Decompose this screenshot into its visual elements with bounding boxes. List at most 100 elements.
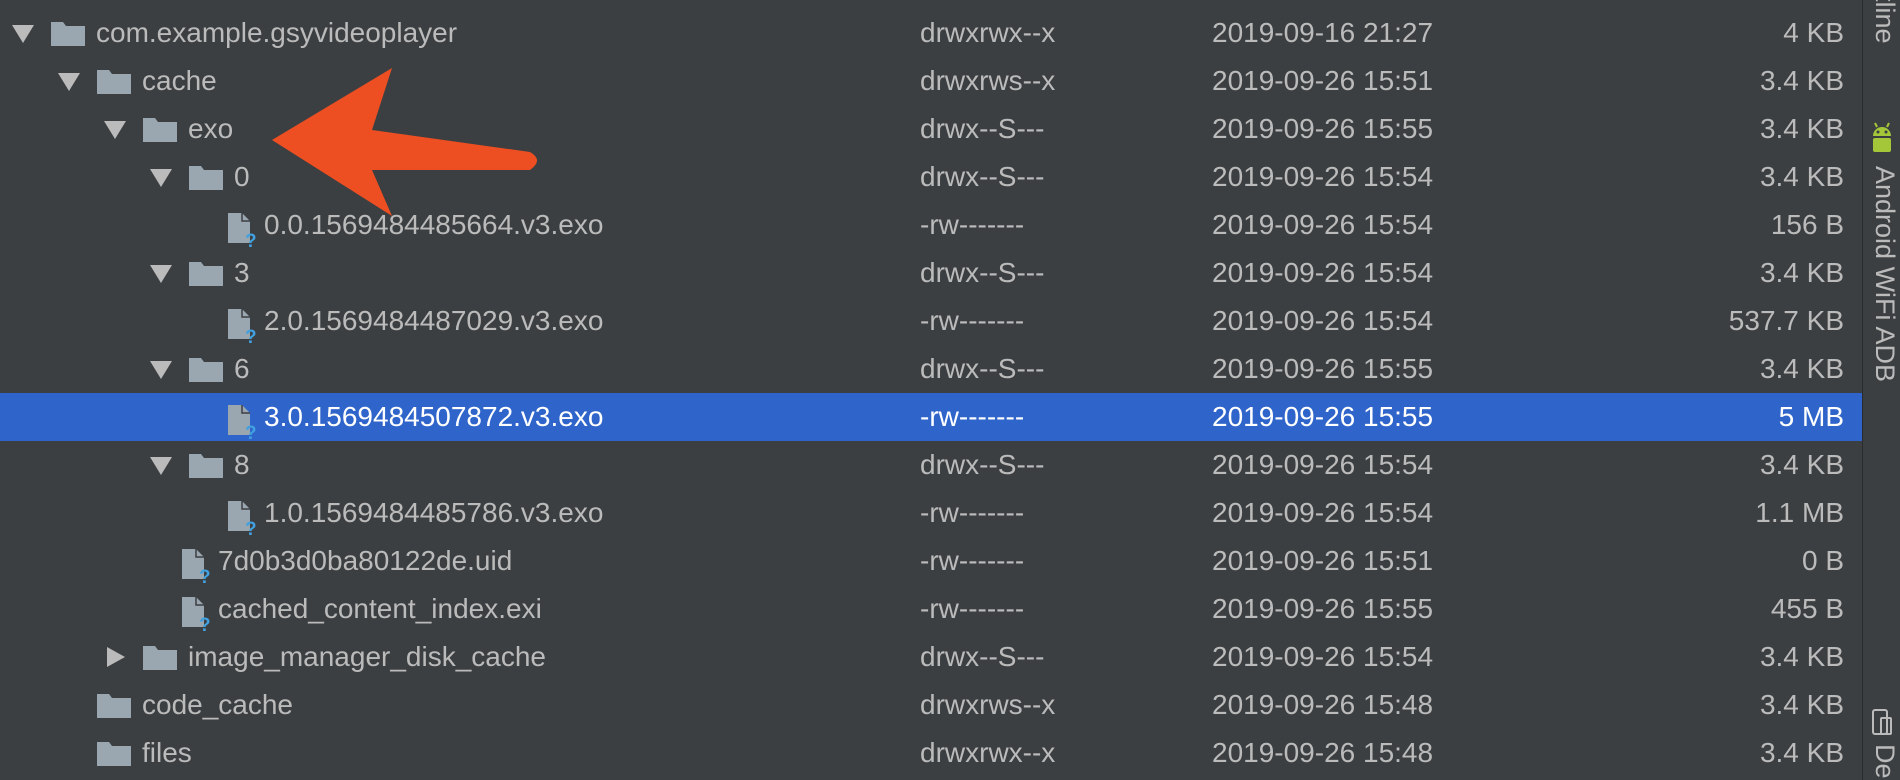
svg-text:?: ? <box>245 423 257 439</box>
file-size: 5 MB <box>1778 401 1844 432</box>
chevron-down-icon[interactable] <box>10 9 38 57</box>
file-row[interactable]: ? 7d0b3d0ba80122de.uid -rw------- 2019-09-2… <box>0 537 1862 585</box>
folder-row[interactable]: 3 drwx--S--- 2019-09-26 15:54 3.4 KB <box>0 249 1862 297</box>
permissions: drwx--S--- <box>920 449 1045 480</box>
android-icon <box>1869 116 1895 159</box>
chevron-down-icon[interactable] <box>148 345 176 393</box>
file-name: 0.0.1569484485664.v3.exo <box>264 209 604 240</box>
folder-row[interactable]: 6 drwx--S--- 2019-09-26 15:55 3.4 KB <box>0 345 1862 393</box>
file-tree[interactable]: com.example.gsyvideoplayer drwxrwx--x 2019… <box>0 0 1862 780</box>
file-size: 3.4 KB <box>1759 737 1844 768</box>
device-explorer-tab[interactable]: De <box>1869 744 1900 779</box>
file-size: 3.4 KB <box>1759 353 1844 384</box>
file-name: code_cache <box>142 689 294 720</box>
modified-date: 2019-09-26 15:48 <box>1212 737 1434 768</box>
svg-text:?: ? <box>245 519 257 535</box>
file-name: 6 <box>234 353 250 384</box>
modified-date: 2019-09-16 21:27 <box>1212 17 1434 48</box>
file-name: 3 <box>234 257 250 288</box>
file-name: 2.0.1569484487029.v3.exo <box>264 305 604 336</box>
svg-text:?: ? <box>199 615 211 631</box>
modified-date: 2019-09-26 15:54 <box>1212 209 1434 240</box>
file-size: 3.4 KB <box>1759 641 1844 672</box>
file-size: 1.1 MB <box>1755 497 1844 528</box>
file-size: 3.4 KB <box>1759 113 1844 144</box>
file-size: 4 KB <box>1783 17 1844 48</box>
file-name: 8 <box>234 449 250 480</box>
file-size: 3.4 KB <box>1759 257 1844 288</box>
folder-row[interactable]: image_manager_disk_cache drwx--S--- 2019-0… <box>0 633 1862 681</box>
folder-row[interactable]: 8 drwx--S--- 2019-09-26 15:54 3.4 KB <box>0 441 1862 489</box>
file-row[interactable]: ? cached_content_index.exi -rw------- 2019-… <box>0 585 1862 633</box>
file-name: cache <box>142 65 217 96</box>
file-size: 156 B <box>1770 209 1844 240</box>
permissions: drwx--S--- <box>920 641 1045 672</box>
file-size: 3.4 KB <box>1759 689 1844 720</box>
file-name: 0 <box>234 161 250 192</box>
modified-date: 2019-09-26 15:54 <box>1212 449 1434 480</box>
file-row[interactable]: ? 1.0.1569484485786.v3.exo -rw------- 2019-… <box>0 489 1862 537</box>
file-name: exo <box>188 113 234 144</box>
chevron-down-icon[interactable] <box>56 57 84 105</box>
file-size: 455 B <box>1770 593 1844 624</box>
permissions: drwxrws--x <box>920 689 1056 720</box>
modified-date: 2019-09-26 15:54 <box>1212 641 1434 672</box>
file-name: files <box>142 737 192 768</box>
file-name: image_manager_disk_cache <box>188 641 546 672</box>
permissions: drwx--S--- <box>920 353 1045 384</box>
modified-date: 2019-09-26 15:51 <box>1212 545 1434 576</box>
permissions: -rw------- <box>920 401 1025 432</box>
file-row[interactable]: ? 2.0.1569484487029.v3.exo -rw------- 2019-… <box>0 297 1862 345</box>
chevron-down-icon[interactable] <box>148 249 176 297</box>
file-size: 3.4 KB <box>1759 449 1844 480</box>
file-row[interactable]: ? 0.0.1569484485664.v3.exo -rw------- 2019-… <box>0 201 1862 249</box>
file-row[interactable]: ? 3.0.1569484507872.v3.exo -rw------- 2019-… <box>0 393 1862 441</box>
folder-row[interactable]: com.example.gsyvideoplayer drwxrwx--x 2019… <box>0 9 1862 57</box>
file-name: 1.0.1569484485786.v3.exo <box>264 497 604 528</box>
modified-date: 2019-09-26 15:55 <box>1212 401 1434 432</box>
modified-date: 2019-09-26 15:54 <box>1212 305 1434 336</box>
modified-date: 2019-09-26 15:55 <box>1212 113 1434 144</box>
folder-row[interactable]: code_cache drwxrws--x 2019-09-26 15:48 3.4 … <box>0 681 1862 729</box>
modified-date: 2019-09-26 15:51 <box>1212 65 1434 96</box>
device-icon <box>1871 708 1893 743</box>
android-wifi-adb-tab[interactable]: Android WiFi ADB <box>1869 166 1900 382</box>
folder-row[interactable]: exo drwx--S--- 2019-09-26 15:55 3.4 KB <box>0 105 1862 153</box>
permissions: -rw------- <box>920 593 1025 624</box>
modified-date: 2019-09-26 15:54 <box>1212 497 1434 528</box>
modified-date: 2019-09-26 15:55 <box>1212 593 1434 624</box>
modified-date: 2019-09-26 15:54 <box>1212 161 1434 192</box>
right-tool-strip: tline Android WiFi ADB De <box>1862 0 1900 780</box>
permissions: drwx--S--- <box>920 113 1045 144</box>
chevron-down-icon[interactable] <box>148 153 176 201</box>
file-size: 0 B <box>1801 545 1844 576</box>
permissions: drwxrws--x <box>920 65 1056 96</box>
chevron-down-icon[interactable] <box>102 105 130 153</box>
folder-row[interactable]: 0 drwx--S--- 2019-09-26 15:54 3.4 KB <box>0 153 1862 201</box>
file-size: 3.4 KB <box>1759 161 1844 192</box>
permissions: drwxrwx--x <box>920 737 1056 768</box>
device-file-explorer: com.example.gsyvideoplayer drwxrwx--x 2019… <box>0 0 1900 780</box>
chevron-right-icon[interactable] <box>102 633 130 681</box>
permissions: -rw------- <box>920 305 1025 336</box>
file-size: 537.7 KB <box>1728 305 1844 336</box>
modified-date: 2019-09-26 15:48 <box>1212 689 1434 720</box>
folder-row[interactable]: files drwxrwx--x 2019-09-26 15:48 3.4 KB <box>0 729 1862 777</box>
file-name: 7d0b3d0ba80122de.uid <box>218 545 513 576</box>
modified-date: 2019-09-26 15:55 <box>1212 353 1434 384</box>
modified-date: 2019-09-26 15:54 <box>1212 257 1434 288</box>
svg-text:?: ? <box>199 567 211 583</box>
chevron-down-icon[interactable] <box>148 441 176 489</box>
svg-text:?: ? <box>245 231 257 247</box>
permissions: -rw------- <box>920 497 1025 528</box>
folder-row[interactable]: cache drwxrws--x 2019-09-26 15:51 3.4 KB <box>0 57 1862 105</box>
permissions: drwx--S--- <box>920 257 1045 288</box>
permissions: drwx--S--- <box>920 161 1045 192</box>
file-name: com.example.gsyvideoplayer <box>96 17 458 48</box>
file-name: 3.0.1569484507872.v3.exo <box>264 401 604 432</box>
outline-tab[interactable]: tline <box>1869 0 1900 44</box>
permissions: -rw------- <box>920 545 1025 576</box>
permissions: -rw------- <box>920 209 1025 240</box>
file-size: 3.4 KB <box>1759 65 1844 96</box>
svg-text:?: ? <box>245 327 257 343</box>
